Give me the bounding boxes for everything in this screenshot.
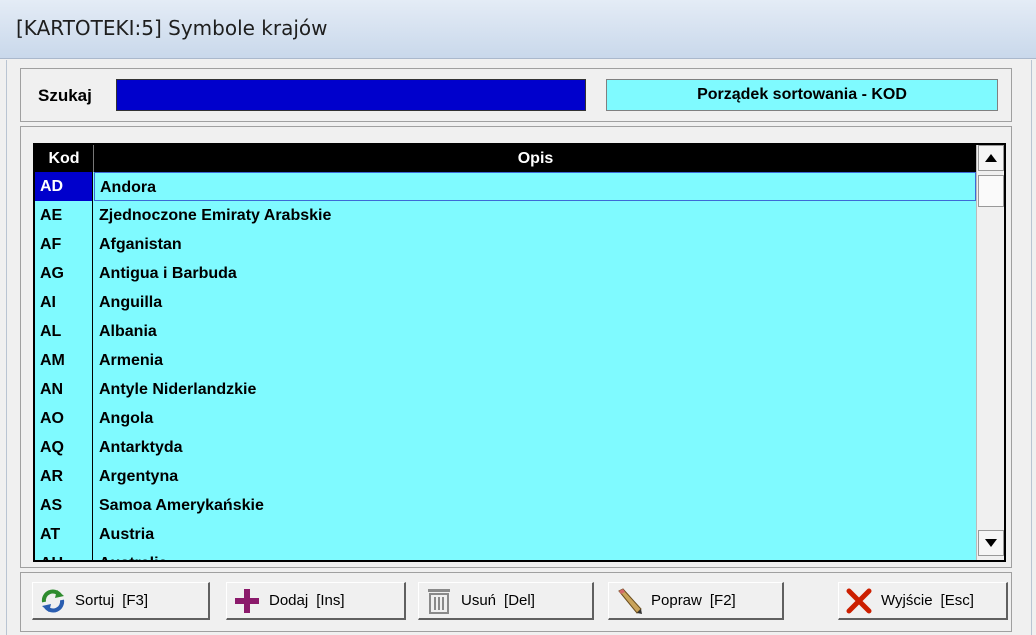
cell-opis: Austria xyxy=(99,526,155,543)
table-row[interactable]: AI Anguilla xyxy=(35,288,976,317)
sort-button-key: [F3] xyxy=(122,592,149,609)
cell-kod: AO xyxy=(35,404,93,433)
exit-button-label: Wyjście xyxy=(881,592,933,609)
refresh-arrows-icon xyxy=(39,587,67,615)
add-button-key: [Ins] xyxy=(316,592,345,609)
edit-button-label: Popraw xyxy=(651,592,702,609)
table-body: AD Andora AE Zjednoczone Emiraty Arabskie AF… xyxy=(35,172,976,560)
table-row[interactable]: AS Samoa Amerykańskie xyxy=(35,491,976,520)
vertical-scrollbar[interactable] xyxy=(976,145,1004,560)
delete-button-label: Usuń xyxy=(461,592,497,609)
cell-kod: AL xyxy=(35,317,93,346)
cell-opis: Anguilla xyxy=(99,294,163,311)
countries-table: Kod Opis AD Andora AE Zjednoczone Emiraty A… xyxy=(33,143,1006,562)
cell-opis: Albania xyxy=(99,323,157,340)
table-row[interactable]: AM Armenia xyxy=(35,346,976,375)
delete-button-key: [Del] xyxy=(504,592,535,609)
cell-opis: Argentyna xyxy=(99,468,179,485)
cell-kod: AI xyxy=(35,288,93,317)
exit-button-key: [Esc] xyxy=(940,592,974,609)
title-bar[interactable]: [KARTOTEKI:5] Symbole krajów xyxy=(0,0,1036,59)
trash-icon xyxy=(425,587,453,615)
cell-opis: Samoa Amerykańskie xyxy=(99,497,264,514)
search-input[interactable] xyxy=(116,79,586,111)
table-row[interactable]: AT Austria xyxy=(35,520,976,549)
main-window: [KARTOTEKI:5] Symbole krajów Szukaj Porz… xyxy=(0,0,1036,635)
edit-button-key: [F2] xyxy=(709,592,736,609)
table-row[interactable]: AQ Antarktyda xyxy=(35,433,976,462)
plus-icon xyxy=(233,587,261,615)
scroll-up-button[interactable] xyxy=(978,145,1004,171)
table-header: Kod Opis xyxy=(35,145,976,172)
table-row[interactable]: AN Antyle Niderlandzkie xyxy=(35,375,976,404)
table-row[interactable]: AR Argentyna xyxy=(35,462,976,491)
table-row[interactable]: AL Albania xyxy=(35,317,976,346)
column-header-opis[interactable]: Opis xyxy=(93,145,977,172)
cell-kod: AU xyxy=(35,549,93,560)
table-row[interactable]: AO Angola xyxy=(35,404,976,433)
cell-kod: AF xyxy=(35,230,93,259)
cell-opis: Andora xyxy=(94,172,976,201)
cell-opis: Antyle Niderlandzkie xyxy=(99,381,257,398)
add-button[interactable]: Dodaj [Ins] xyxy=(226,582,406,620)
add-button-label: Dodaj xyxy=(269,592,309,609)
close-x-icon xyxy=(845,587,873,615)
pencil-icon xyxy=(615,587,643,615)
exit-button[interactable]: Wyjście [Esc] xyxy=(838,582,1008,620)
table-row[interactable]: AUAustralia xyxy=(35,549,976,560)
cell-kod: AE xyxy=(35,201,93,230)
cell-opis: Angola xyxy=(99,410,154,427)
cell-opis: Antigua i Barbuda xyxy=(99,265,237,282)
cell-kod: AG xyxy=(35,259,93,288)
table-row[interactable]: AD Andora xyxy=(35,172,976,201)
cell-kod: AT xyxy=(35,520,93,549)
window-title: [KARTOTEKI:5] Symbole krajów xyxy=(16,16,328,40)
cell-opis: Afganistan xyxy=(99,236,182,253)
cell-opis: Australia xyxy=(94,549,976,560)
cell-kod: AN xyxy=(35,375,93,404)
table-row[interactable]: AE Zjednoczone Emiraty Arabskie xyxy=(35,201,976,230)
table-row[interactable]: AF Afganistan xyxy=(35,230,976,259)
cell-kod: AQ xyxy=(35,433,93,462)
scroll-thumb[interactable] xyxy=(978,175,1004,207)
sort-button[interactable]: Sortuj [F3] xyxy=(32,582,210,620)
arrow-up-icon xyxy=(985,154,997,162)
scroll-down-button[interactable] xyxy=(978,530,1004,556)
cell-kod: AR xyxy=(35,462,93,491)
cell-opis: Zjednoczone Emiraty Arabskie xyxy=(99,207,332,224)
cell-kod: AS xyxy=(35,491,93,520)
delete-button[interactable]: Usuń [Del] xyxy=(418,582,594,620)
edit-button[interactable]: Popraw [F2] xyxy=(608,582,784,620)
search-label: Szukaj xyxy=(38,86,92,105)
cell-kod: AD xyxy=(35,172,93,201)
arrow-down-icon xyxy=(985,539,997,547)
column-header-kod[interactable]: Kod xyxy=(35,145,93,172)
cell-opis: Armenia xyxy=(99,352,164,369)
cell-opis: Antarktyda xyxy=(99,439,183,456)
sort-order-indicator: Porządek sortowania - KOD xyxy=(606,79,998,111)
sort-button-label: Sortuj xyxy=(75,592,115,609)
table-row[interactable]: AG Antigua i Barbuda xyxy=(35,259,976,288)
cell-kod: AM xyxy=(35,346,93,375)
